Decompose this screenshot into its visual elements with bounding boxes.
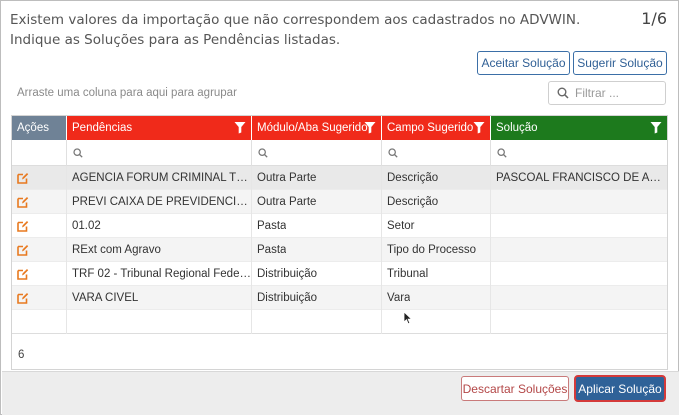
empty-cell bbox=[382, 310, 491, 334]
cell-pendencia: AGÊNCIA FORUM CRIMINAL TRF RJ bbox=[67, 166, 252, 190]
table-row[interactable]: 01.02 Pasta Setor bbox=[12, 214, 667, 238]
table-row[interactable]: VARA CÍVEL Distribuição Vara bbox=[12, 286, 667, 310]
row-actions bbox=[12, 262, 67, 286]
column-header-label: Ações bbox=[17, 122, 49, 134]
cell-modulo: Pasta bbox=[252, 238, 382, 262]
column-header-acoes[interactable]: Ações bbox=[12, 116, 67, 140]
column-filter-modulo[interactable] bbox=[252, 140, 382, 166]
edit-icon[interactable] bbox=[17, 292, 29, 304]
pending-grid: Ações Pendências Módulo/Aba Sugerido Cam… bbox=[11, 115, 668, 370]
filter-input[interactable] bbox=[575, 86, 660, 100]
search-icon bbox=[557, 87, 569, 99]
cell-solucao[interactable]: PASCOAL FRANCISCO DE ALMEIDA bbox=[491, 166, 667, 190]
cell-solucao[interactable] bbox=[491, 214, 667, 238]
table-row-empty bbox=[12, 310, 667, 334]
row-actions bbox=[12, 214, 67, 238]
cell-solucao[interactable] bbox=[491, 190, 667, 214]
accept-solution-button[interactable]: Aceitar Solução bbox=[477, 51, 570, 75]
search-icon bbox=[258, 148, 268, 158]
grid-filter[interactable] bbox=[548, 81, 666, 105]
search-icon bbox=[388, 148, 398, 158]
cell-modulo: Pasta bbox=[252, 214, 382, 238]
import-pending-dialog: Existem valores da importação que não co… bbox=[0, 0, 679, 415]
cell-campo: Tribunal bbox=[382, 262, 491, 286]
empty-cell bbox=[67, 310, 252, 334]
table-row[interactable]: AGÊNCIA FORUM CRIMINAL TRF RJ Outra Part… bbox=[12, 166, 667, 190]
cell-campo: Descrição bbox=[382, 166, 491, 190]
column-filter-solucao[interactable] bbox=[491, 140, 667, 166]
cell-modulo: Distribuição bbox=[252, 262, 382, 286]
cell-pendencia: VARA CÍVEL bbox=[67, 286, 252, 310]
column-filter-campo[interactable] bbox=[382, 140, 491, 166]
filter-funnel-icon[interactable] bbox=[234, 121, 246, 134]
edit-icon[interactable] bbox=[17, 172, 29, 184]
row-actions bbox=[12, 238, 67, 262]
table-row[interactable]: RExt com Agravo Pasta Tipo do Processo bbox=[12, 238, 667, 262]
column-header-label: Campo Sugerido bbox=[387, 122, 474, 134]
dialog-message: Existem valores da importação que não co… bbox=[10, 12, 581, 48]
column-header-label: Solução bbox=[496, 122, 538, 134]
column-header-label: Módulo/Aba Sugerido bbox=[257, 122, 368, 134]
edit-icon[interactable] bbox=[17, 220, 29, 232]
empty-cell bbox=[491, 310, 667, 334]
search-icon bbox=[497, 148, 507, 158]
cell-pendencia: 01.02 bbox=[67, 214, 252, 238]
page-indicator: 1/6 bbox=[641, 9, 667, 28]
edit-icon[interactable] bbox=[17, 196, 29, 208]
mouse-cursor-icon bbox=[403, 311, 413, 325]
filter-funnel-icon[interactable] bbox=[473, 121, 485, 134]
empty-cell bbox=[252, 310, 382, 334]
edit-icon[interactable] bbox=[17, 268, 29, 280]
column-filter-row bbox=[12, 140, 667, 166]
cell-campo: Tipo do Processo bbox=[382, 238, 491, 262]
column-header-pendencias[interactable]: Pendências bbox=[67, 116, 252, 140]
cell-solucao[interactable] bbox=[491, 286, 667, 310]
group-by-hint: Arraste uma coluna para aqui para agrupa… bbox=[17, 87, 237, 99]
cell-pendencia: PREVI CAIXA DE PREVIDÊNCIA DOS FUNCIONÁR… bbox=[67, 190, 252, 214]
row-actions bbox=[12, 190, 67, 214]
cell-modulo: Distribuição bbox=[252, 286, 382, 310]
discard-solutions-button[interactable]: Descartar Soluções bbox=[461, 376, 569, 401]
row-actions bbox=[12, 286, 67, 310]
cell-pendencia: RExt com Agravo bbox=[67, 238, 252, 262]
cell-modulo: Outra Parte bbox=[252, 190, 382, 214]
filter-funnel-icon[interactable] bbox=[364, 121, 376, 134]
cell-campo: Vara bbox=[382, 286, 491, 310]
cell-modulo: Outra Parte bbox=[252, 166, 382, 190]
row-actions bbox=[12, 166, 67, 190]
edit-icon[interactable] bbox=[17, 244, 29, 256]
empty-cell bbox=[12, 310, 67, 334]
cell-campo: Descrição bbox=[382, 190, 491, 214]
cell-solucao[interactable] bbox=[491, 262, 667, 286]
column-header-modulo[interactable]: Módulo/Aba Sugerido bbox=[252, 116, 382, 140]
record-count: 6 bbox=[18, 349, 25, 361]
cell-campo: Setor bbox=[382, 214, 491, 238]
cell-pendencia: TRF 02 - Tribunal Regional Federal da 2ª… bbox=[67, 262, 252, 286]
cell-solucao[interactable] bbox=[491, 238, 667, 262]
filter-funnel-icon[interactable] bbox=[650, 121, 662, 134]
column-filter-pendencias[interactable] bbox=[67, 140, 252, 166]
apply-solution-button[interactable]: Aplicar Solução bbox=[574, 375, 666, 402]
column-header-solucao[interactable]: Solução bbox=[491, 116, 667, 140]
table-row[interactable]: PREVI CAIXA DE PREVIDÊNCIA DOS FUNCIONÁR… bbox=[12, 190, 667, 214]
suggest-solution-button[interactable]: Sugerir Solução bbox=[573, 51, 667, 75]
search-icon bbox=[73, 148, 83, 158]
column-header-campo[interactable]: Campo Sugerido bbox=[382, 116, 491, 140]
column-header-label: Pendências bbox=[72, 122, 133, 134]
table-row[interactable]: TRF 02 - Tribunal Regional Federal da 2ª… bbox=[12, 262, 667, 286]
column-filter-cell bbox=[12, 140, 67, 166]
